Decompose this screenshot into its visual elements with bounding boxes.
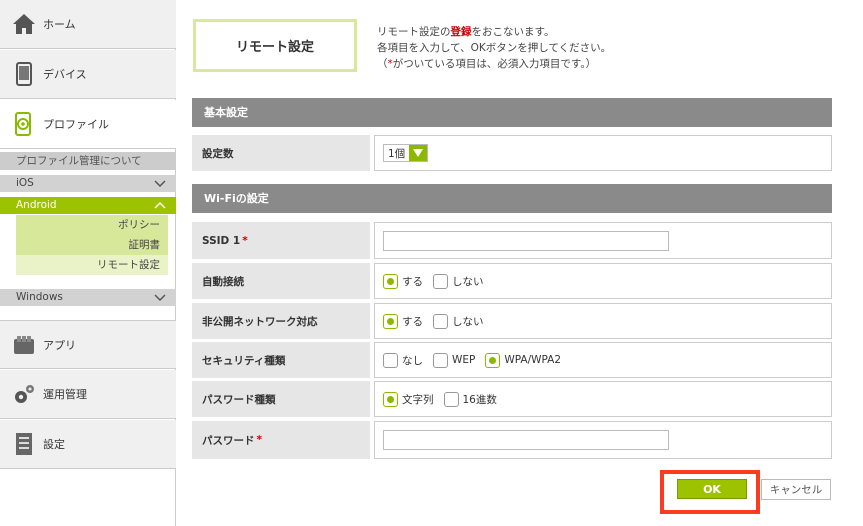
hidden-network-label: 非公開ネットワーク対応 [192, 303, 370, 339]
ssid-label: SSID 1 * [192, 222, 370, 259]
auto-connect-yes[interactable]: する [383, 273, 423, 289]
profile-about-link[interactable]: プロファイル管理について [0, 152, 176, 170]
radio-unchecked-icon [443, 391, 459, 407]
password-field [374, 421, 832, 459]
android-policy[interactable]: ポリシー [16, 215, 168, 235]
radio-unchecked-icon [433, 273, 448, 289]
nav-profile-label: プロファイル [43, 118, 109, 131]
count-field: 1個 [374, 135, 832, 171]
nav-settings-label: 設定 [43, 438, 65, 451]
auto-connect-no[interactable]: しない [433, 273, 484, 289]
intro-line-3: （*がついている項目は、必須入力項目です。） [377, 58, 597, 70]
os-windows[interactable]: Windows [0, 289, 176, 306]
os-ios[interactable]: iOS [0, 175, 176, 192]
radio-unchecked-icon [433, 313, 448, 329]
apps-icon [11, 332, 37, 358]
android-certificate[interactable]: 証明書 [16, 235, 168, 255]
os-android-label: Android [16, 199, 57, 211]
radio-checked-icon [485, 352, 501, 368]
nav-settings[interactable]: 設定 [0, 420, 176, 469]
nav-profile[interactable]: プロファイル [0, 100, 176, 149]
password-input[interactable] [383, 430, 669, 450]
triangle-down-icon [409, 145, 428, 161]
os-ios-label: iOS [16, 177, 34, 189]
profile-gear-icon [11, 111, 37, 137]
count-label: 設定数 [192, 135, 370, 171]
security-wep[interactable]: WEP [433, 352, 475, 368]
count-select-value: 1個 [388, 147, 406, 160]
chevron-down-icon [154, 289, 166, 312]
settings-doc-icon [11, 431, 37, 457]
password-type-label: パスワード種類 [192, 381, 370, 417]
os-windows-label: Windows [16, 291, 63, 303]
password-label: パスワード * [192, 421, 370, 459]
security-wpa[interactable]: WPA/WPA2 [485, 352, 561, 368]
nav-apps-label: アプリ [43, 338, 76, 352]
ssid-input[interactable] [383, 230, 669, 251]
ok-button[interactable]: OK [677, 479, 747, 499]
count-select[interactable]: 1個 [383, 144, 429, 162]
password-type-field: 文字列 16進数 [374, 381, 832, 417]
hidden-network-no[interactable]: しない [433, 313, 484, 329]
hidden-network-yes[interactable]: する [383, 313, 423, 329]
chevron-down-icon [154, 175, 166, 198]
section-basic-settings: 基本設定 [192, 98, 832, 127]
sidebar: ホーム デバイス プロファイル プロファイル管理について iOS Android… [0, 0, 176, 526]
radio-unchecked-icon [433, 352, 448, 368]
nav-devices-label: デバイス [43, 68, 87, 81]
password-type-hex[interactable]: 16進数 [443, 391, 497, 407]
radio-checked-icon [383, 273, 398, 289]
radio-unchecked-icon [383, 352, 398, 368]
home-icon [11, 11, 37, 37]
nav-apps[interactable]: アプリ [0, 320, 176, 369]
hidden-network-field: する しない [374, 303, 832, 339]
cancel-button[interactable]: キャンセル [761, 479, 831, 500]
nav-operations-label: 運用管理 [43, 388, 87, 401]
radio-checked-icon [383, 391, 398, 407]
ssid-field [374, 222, 832, 259]
auto-connect-label: 自動接続 [192, 263, 370, 299]
nav-home[interactable]: ホーム [0, 0, 176, 49]
page-title: リモート設定 [193, 19, 357, 72]
password-type-text[interactable]: 文字列 [383, 391, 434, 407]
radio-checked-icon [383, 313, 398, 329]
smartphone-icon [11, 61, 37, 87]
gears-icon [11, 381, 37, 407]
intro-line-1: リモート設定の登録をおこないます。 [377, 26, 555, 38]
intro-line-2: 各項目を入力して、OKボタンを押してください。 [377, 42, 612, 54]
section-wifi-settings: Wi-Fiの設定 [192, 184, 832, 213]
android-remote-settings[interactable]: リモート設定 [16, 255, 168, 275]
security-type-field: なし WEP WPA/WPA2 [374, 342, 832, 378]
intro-text: リモート設定の登録をおこないます。 各項目を入力して、OKボタンを押してください… [377, 24, 611, 72]
nav-home-label: ホーム [43, 18, 76, 31]
security-type-label: セキュリティ種類 [192, 342, 370, 378]
nav-devices[interactable]: デバイス [0, 50, 176, 99]
nav-operations[interactable]: 運用管理 [0, 370, 176, 419]
security-none[interactable]: なし [383, 352, 423, 368]
os-android[interactable]: Android [0, 197, 176, 214]
auto-connect-field: する しない [374, 263, 832, 299]
